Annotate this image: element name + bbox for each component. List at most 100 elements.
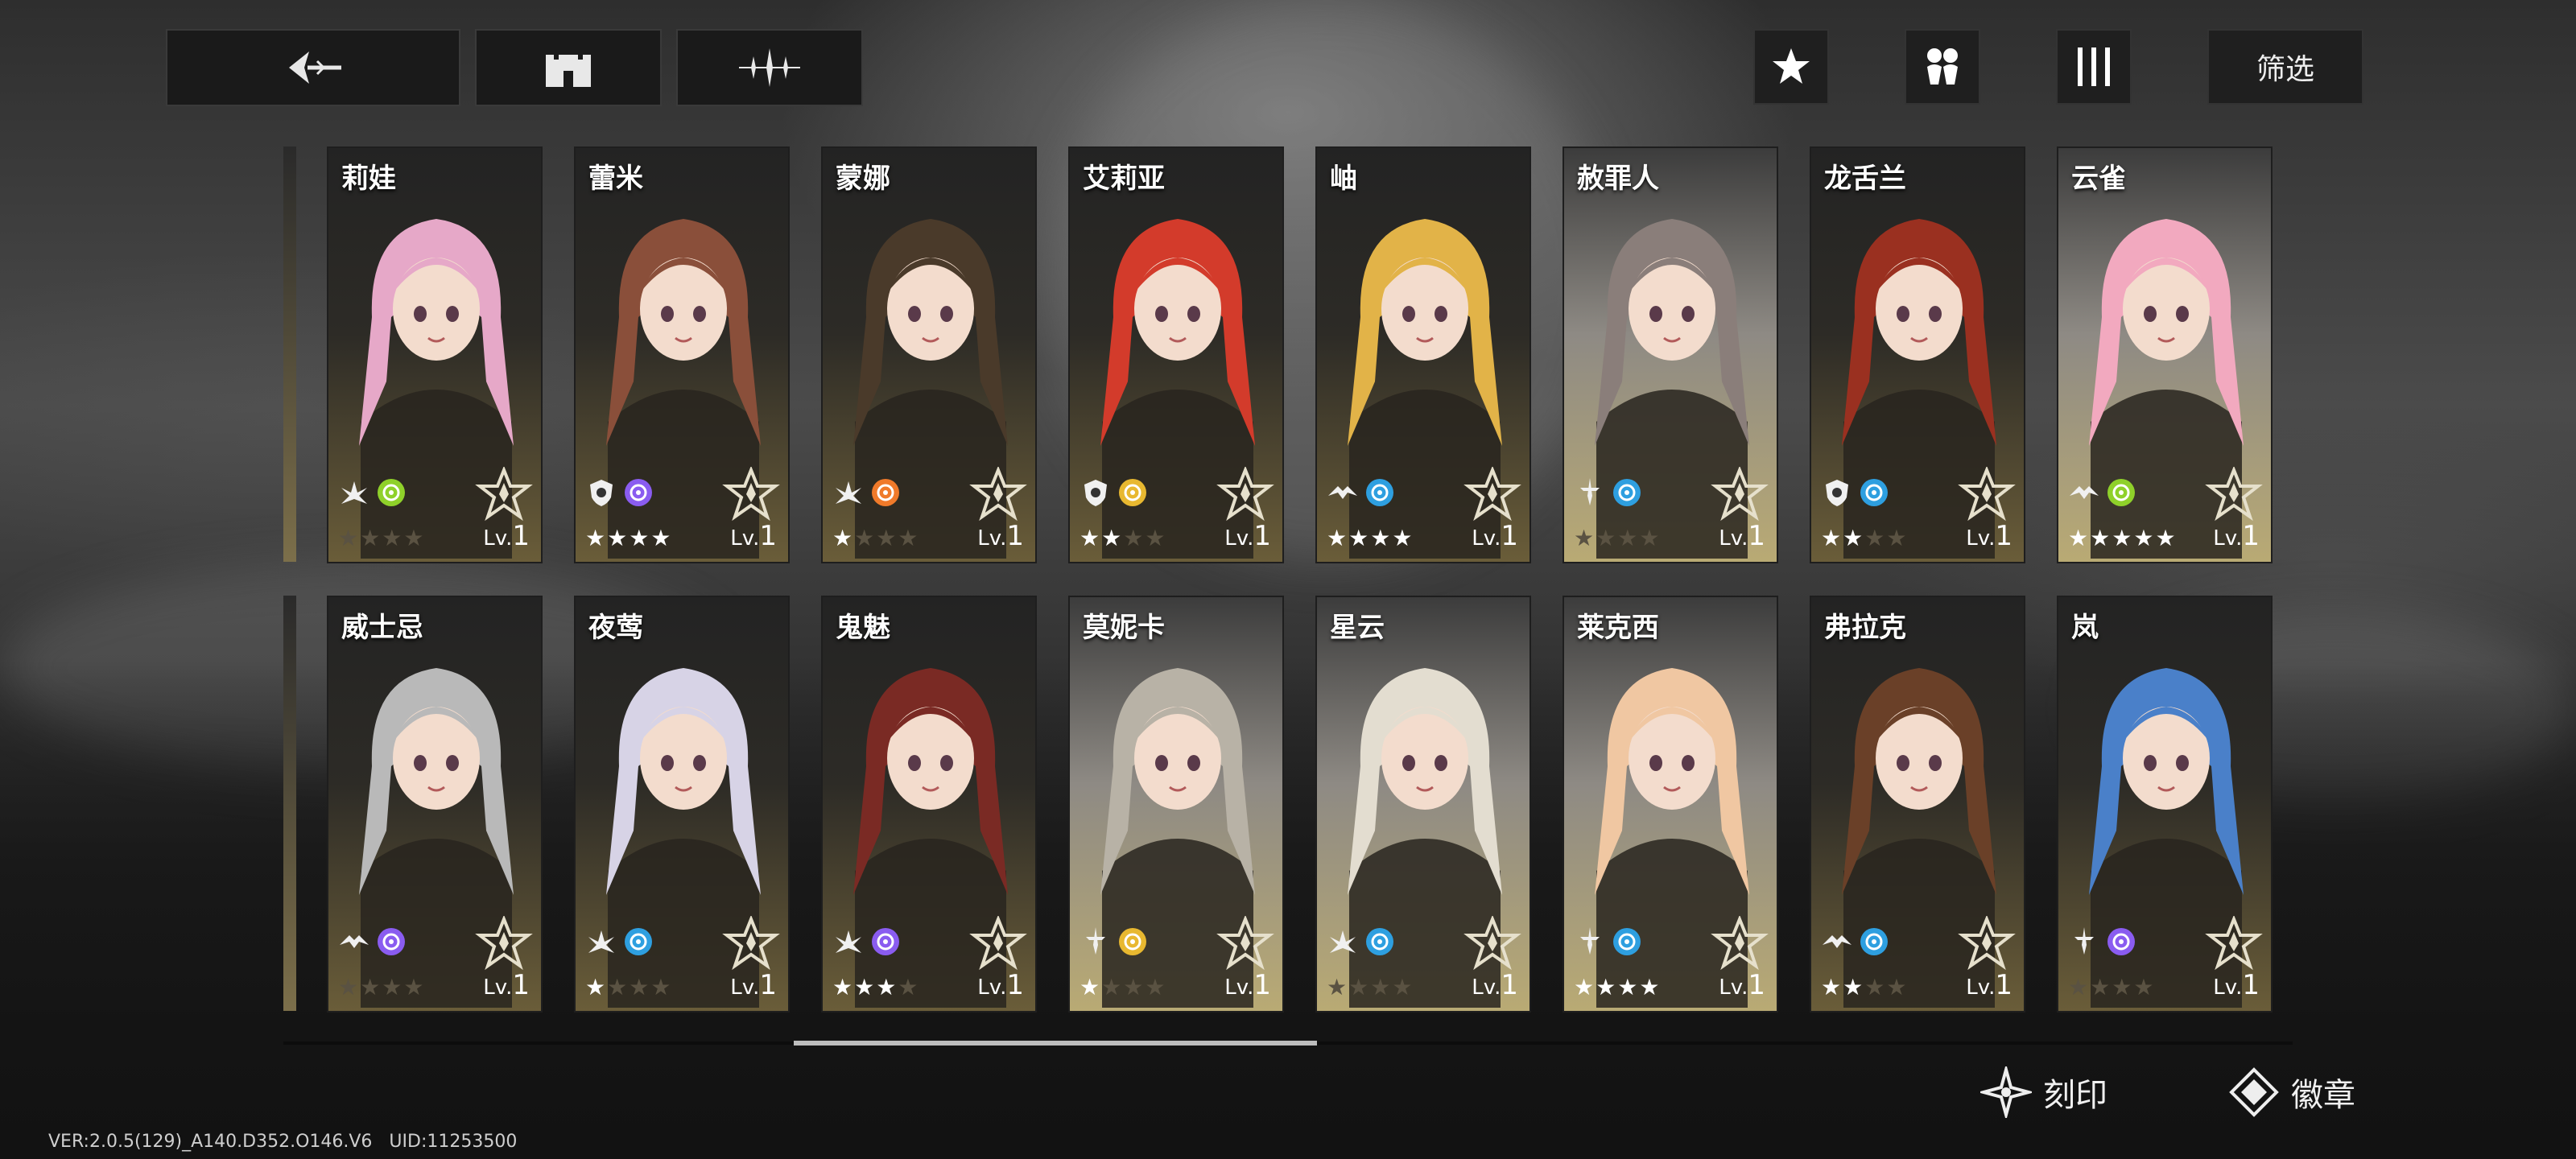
- scroll-thumb[interactable]: [794, 1041, 1317, 1046]
- star-rating: ★★★★: [1574, 525, 1662, 551]
- uid-text: UID:11253500: [389, 1132, 518, 1152]
- level-label: Lv.1: [1719, 969, 1765, 1001]
- favorite-sort-button[interactable]: [1753, 29, 1829, 105]
- back-arrow-icon: [289, 52, 341, 84]
- character-name: 蕾米: [588, 163, 643, 195]
- class-element-icons: [338, 476, 407, 509]
- character-card[interactable]: 艾莉亚 ★★★★ Lv.1: [1068, 146, 1284, 563]
- level-label: Lv.1: [1224, 969, 1271, 1001]
- star-rating: ★★★★★: [2068, 525, 2178, 551]
- character-name: 星云: [1330, 612, 1385, 644]
- star-rating: ★★★★: [2068, 974, 2156, 1000]
- sword-icon: [1580, 927, 1600, 955]
- rank-emblem-icon: [722, 467, 780, 522]
- water-element-icon: [625, 928, 652, 955]
- level-label: Lv.1: [1472, 969, 1518, 1001]
- engrave-button[interactable]: 刻印: [1980, 1064, 2107, 1120]
- level-label: Lv.1: [1472, 520, 1518, 552]
- water-element-icon: [1366, 928, 1393, 955]
- class-element-icons: [585, 926, 654, 958]
- character-name: 弗拉克: [1824, 612, 1906, 644]
- badge-icon: [2229, 1067, 2279, 1117]
- leaf-element-icon: [2107, 479, 2135, 506]
- character-card[interactable]: 夜莺 ★★★★ Lv.1: [574, 596, 790, 1013]
- class-element-icons: [1574, 926, 1643, 958]
- light-element-icon: [1119, 928, 1146, 955]
- rank-emblem-icon: [1711, 467, 1769, 522]
- back-button[interactable]: [166, 29, 460, 106]
- character-name: 莱克西: [1577, 612, 1659, 644]
- star-rating: ★★★★: [585, 525, 673, 551]
- badge-button[interactable]: 徽章: [2228, 1064, 2355, 1120]
- star-rating: ★★★★: [832, 974, 920, 1000]
- wing-icon: [588, 930, 614, 953]
- character-card[interactable]: 弗拉克 ★★★★ Lv.1: [1810, 596, 2025, 1013]
- class-element-icons: [2068, 476, 2137, 509]
- character-card[interactable]: 岫 ★★★★ Lv.1: [1315, 146, 1531, 563]
- bird-icon: [1823, 935, 1852, 948]
- team-sort-button[interactable]: [1905, 29, 1980, 105]
- character-name: 鬼魅: [836, 612, 890, 644]
- character-name: 岚: [2071, 612, 2099, 644]
- castle-button[interactable]: [475, 29, 662, 106]
- class-element-icons: [1821, 476, 1890, 509]
- rank-emblem-icon: [1958, 467, 2016, 522]
- rank-emblem-icon: [1463, 467, 1521, 522]
- shield-icon: [1084, 480, 1107, 506]
- columns-icon: [2078, 47, 2110, 86]
- offscreen-card-edge[interactable]: [283, 146, 296, 562]
- rank-emblem-icon: [475, 467, 533, 522]
- class-element-icons: [1080, 476, 1149, 509]
- engrave-label: 刻印: [2043, 1077, 2107, 1114]
- character-name: 赦罪人: [1577, 163, 1659, 195]
- water-element-icon: [1613, 479, 1641, 506]
- level-label: Lv.1: [2213, 520, 2260, 552]
- character-grid: 莉娃 ★★★★ Lv.1 蕾米 ★★★★ Lv.1 蒙娜 ★★★★ Lv.1 艾莉亚 ★★★★ Lv.…: [327, 146, 2275, 1013]
- engrave-icon: [1980, 1066, 2032, 1118]
- character-card[interactable]: 莱克西 ★★★★ Lv.1: [1563, 596, 1778, 1013]
- star-rating: ★★★★: [1080, 974, 1167, 1000]
- character-card[interactable]: 云雀 ★★★★★ Lv.1: [2057, 146, 2273, 563]
- level-label: Lv.1: [483, 969, 530, 1001]
- character-card[interactable]: 莫妮卡 ★★★★ Lv.1: [1068, 596, 1284, 1013]
- character-name: 蒙娜: [836, 163, 890, 195]
- star-rating: ★★★★: [1080, 525, 1167, 551]
- void-element-icon: [625, 479, 652, 506]
- filter-button[interactable]: 筛选: [2207, 29, 2363, 105]
- bird-icon: [1328, 486, 1357, 499]
- star-rating: ★★★★: [585, 974, 673, 1000]
- character-name: 夜莺: [588, 612, 643, 644]
- shield-icon: [590, 480, 613, 506]
- wing-icon: [836, 481, 861, 504]
- rank-emblem-icon: [1958, 916, 2016, 971]
- character-name: 威士忌: [341, 612, 423, 644]
- sword-icon: [2074, 927, 2094, 955]
- sparkle-icon: [739, 48, 800, 87]
- level-label: Lv.1: [2213, 969, 2260, 1001]
- character-card[interactable]: 赦罪人 ★★★★ Lv.1: [1563, 146, 1778, 563]
- character-card[interactable]: 威士忌 ★★★★ Lv.1: [327, 596, 543, 1013]
- character-card[interactable]: 蕾米 ★★★★ Lv.1: [574, 146, 790, 563]
- class-element-icons: [1327, 476, 1396, 509]
- sword-icon: [1086, 927, 1105, 955]
- star-rating: ★★★★: [338, 974, 426, 1000]
- class-element-icons: [832, 476, 902, 509]
- character-card[interactable]: 蒙娜 ★★★★ Lv.1: [821, 146, 1037, 563]
- character-name: 岫: [1330, 163, 1357, 195]
- star-rating: ★★★★: [1821, 974, 1909, 1000]
- badge-label: 徽章: [2291, 1077, 2355, 1114]
- character-name: 龙舌兰: [1824, 163, 1906, 195]
- character-card[interactable]: 星云 ★★★★ Lv.1: [1315, 596, 1531, 1013]
- sparkle-button[interactable]: [676, 29, 863, 106]
- offscreen-card-edge[interactable]: [283, 596, 296, 1011]
- void-element-icon: [2107, 928, 2135, 955]
- character-card[interactable]: 鬼魅 ★★★★ Lv.1: [821, 596, 1037, 1013]
- character-card[interactable]: 岚 ★★★★ Lv.1: [2057, 596, 2273, 1013]
- column-sort-button[interactable]: [2056, 29, 2132, 105]
- class-element-icons: [1327, 926, 1396, 958]
- character-card[interactable]: 龙舌兰 ★★★★ Lv.1: [1810, 146, 2025, 563]
- fire-element-icon: [872, 479, 899, 506]
- class-element-icons: [1574, 476, 1643, 509]
- character-card[interactable]: 莉娃 ★★★★ Lv.1: [327, 146, 543, 563]
- water-element-icon: [1860, 928, 1888, 955]
